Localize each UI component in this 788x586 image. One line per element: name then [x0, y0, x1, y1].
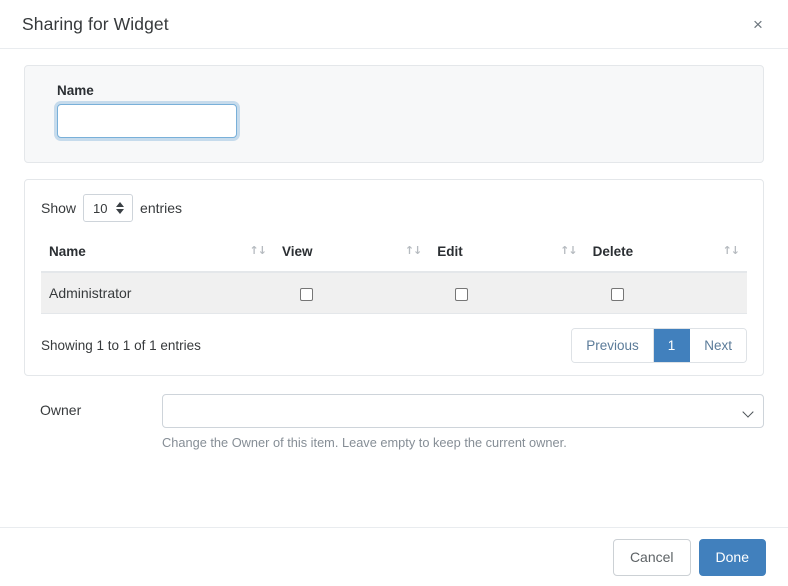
name-input[interactable]: [57, 104, 237, 138]
table-body: Administrator: [41, 272, 747, 314]
owner-help-text: Change the Owner of this item. Leave emp…: [162, 435, 764, 450]
pagination: Previous 1 Next: [571, 328, 747, 363]
sort-icon[interactable]: ↑↓: [250, 244, 266, 257]
column-header-view-label: View: [282, 244, 313, 259]
modal-footer: Cancel Done: [0, 527, 788, 586]
modal-header: Sharing for Widget ×: [0, 0, 788, 49]
pagination-next-button[interactable]: Next: [690, 329, 746, 362]
sort-icon[interactable]: ↑↓: [405, 244, 421, 257]
table-info: Showing 1 to 1 of 1 entries: [41, 338, 201, 353]
column-header-delete[interactable]: Delete ↑↓: [585, 236, 747, 272]
pagination-previous-button[interactable]: Previous: [572, 329, 654, 362]
cell-role-name: Administrator: [41, 272, 274, 314]
share-table-panel: Show 10 entries: [24, 179, 764, 376]
modal-body: Name Show 10 entries: [0, 49, 788, 527]
delete-checkbox[interactable]: [611, 288, 624, 301]
column-header-delete-label: Delete: [593, 244, 634, 259]
chevron-down-icon: [742, 406, 753, 417]
sharing-modal: Sharing for Widget × Name Show 10: [0, 0, 788, 586]
name-input-wrap: [57, 104, 747, 138]
column-header-view[interactable]: View ↑↓: [274, 236, 429, 272]
column-header-name-label: Name: [49, 244, 86, 259]
entries-per-page-value: 10: [93, 201, 107, 216]
owner-select[interactable]: [162, 394, 764, 428]
column-header-edit-label: Edit: [437, 244, 463, 259]
table-header-row: Name ↑↓ View ↑↓ Edit ↑↓ Delete: [41, 236, 747, 272]
sort-icon[interactable]: ↑↓: [560, 244, 576, 257]
permissions-table: Name ↑↓ View ↑↓ Edit ↑↓ Delete: [41, 236, 747, 314]
cell-delete-permission: [585, 272, 747, 314]
owner-row: Owner Change the Owner of this item. Lea…: [24, 394, 764, 450]
show-label: Show: [41, 200, 76, 216]
table-footer: Showing 1 to 1 of 1 entries Previous 1 N…: [41, 328, 747, 363]
close-icon[interactable]: ×: [746, 13, 770, 37]
name-panel: Name: [24, 65, 764, 163]
column-header-name[interactable]: Name ↑↓: [41, 236, 274, 272]
view-checkbox[interactable]: [300, 288, 313, 301]
table-head: Name ↑↓ View ↑↓ Edit ↑↓ Delete: [41, 236, 747, 272]
page-title: Sharing for Widget: [22, 14, 169, 35]
cell-view-permission: [274, 272, 429, 314]
edit-checkbox[interactable]: [455, 288, 468, 301]
pagination-page-1-button[interactable]: 1: [654, 329, 691, 362]
entries-per-page-select[interactable]: 10: [83, 194, 133, 222]
owner-label: Owner: [40, 394, 162, 418]
name-label: Name: [57, 83, 747, 98]
owner-field: Change the Owner of this item. Leave emp…: [162, 394, 764, 450]
done-button[interactable]: Done: [699, 539, 766, 576]
table-length-control: Show 10 entries: [41, 194, 747, 222]
column-header-edit[interactable]: Edit ↑↓: [429, 236, 584, 272]
table-row: Administrator: [41, 272, 747, 314]
sort-icon[interactable]: ↑↓: [723, 244, 739, 257]
cell-edit-permission: [429, 272, 584, 314]
entries-label: entries: [140, 200, 182, 216]
cancel-button[interactable]: Cancel: [613, 539, 691, 576]
spinner-arrows-icon: [116, 201, 125, 215]
